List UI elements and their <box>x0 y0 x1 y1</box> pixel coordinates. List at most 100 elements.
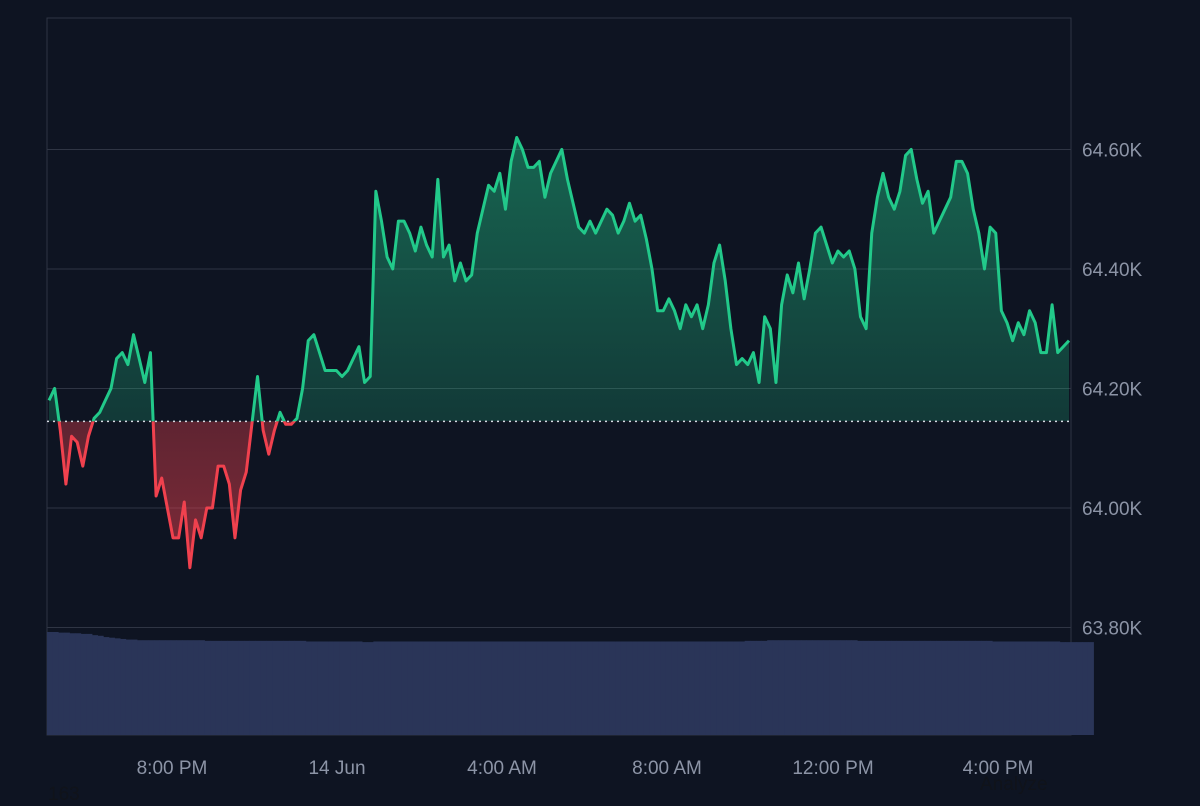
volume-bar <box>845 640 852 735</box>
volume-bar <box>238 640 245 735</box>
volume-bar <box>1082 642 1089 735</box>
volume-bar <box>92 635 99 735</box>
volume-bar <box>919 640 926 735</box>
volume-bar <box>148 640 155 735</box>
volume-bar <box>812 640 819 735</box>
volume-bar <box>345 641 352 735</box>
volume-bar <box>857 640 864 735</box>
volume-bar <box>547 641 554 735</box>
volume-bar <box>598 641 605 735</box>
volume-bar <box>277 640 284 735</box>
x-tick-label: 12:00 PM <box>792 758 873 779</box>
volume-bar <box>407 641 414 735</box>
volume-bar <box>570 641 577 735</box>
volume-bar <box>1020 641 1027 735</box>
volume-bar <box>564 641 571 735</box>
volume-bar <box>508 641 515 735</box>
y-axis-ticks: 63.80K 64.00K 64.20K 64.40K 64.60K <box>1082 140 1143 639</box>
volume-bar <box>784 640 791 735</box>
volume-bar <box>1071 642 1078 735</box>
volume-bar <box>401 641 408 735</box>
x-tick-label: 8:00 PM <box>137 758 208 779</box>
volume-bar <box>440 641 447 735</box>
volume-bar <box>328 641 335 735</box>
x-tick-label: 14 Jun <box>308 758 365 779</box>
volume-bar <box>120 638 127 735</box>
volume-bar <box>58 632 65 735</box>
volume-bar <box>159 640 166 735</box>
volume-bars <box>47 632 1094 735</box>
volume-bar <box>665 641 672 735</box>
volume-bar <box>896 640 903 735</box>
volume-bar <box>530 641 537 735</box>
volume-bar <box>305 641 312 735</box>
volume-bar <box>710 641 717 735</box>
volume-bar <box>823 640 830 735</box>
volume-bar <box>542 641 549 735</box>
analyze-link[interactable]: Analyze <box>980 774 1048 796</box>
volume-bar <box>491 641 498 735</box>
volume-bar <box>553 641 560 735</box>
volume-bar <box>795 640 802 735</box>
y-tick-label: 64.00K <box>1082 499 1143 520</box>
volume-bar <box>317 641 324 735</box>
y-tick-label: 63.80K <box>1082 618 1143 639</box>
volume-bar <box>227 640 234 735</box>
volume-bar <box>874 640 881 735</box>
volume-bar <box>890 640 897 735</box>
volume-bar <box>682 641 689 735</box>
volume-bar <box>165 640 172 735</box>
volume-bar <box>654 641 661 735</box>
x-tick-label: 4:00 AM <box>467 758 537 779</box>
volume-bar <box>1037 641 1044 735</box>
volume-bar <box>1059 642 1066 735</box>
volume-bar <box>930 640 937 735</box>
volume-bar <box>356 641 363 735</box>
volume-bar <box>103 637 110 735</box>
volume-bar <box>885 640 892 735</box>
volume-bar <box>350 641 357 735</box>
volume-bar <box>913 640 920 735</box>
volume-bar <box>964 640 971 735</box>
price-areas <box>49 137 1069 568</box>
volume-bar <box>142 640 149 735</box>
volume-bar <box>322 641 329 735</box>
volume-bar <box>727 641 734 735</box>
volume-bar <box>705 641 712 735</box>
volume-bar <box>204 640 211 735</box>
volume-bar <box>806 640 813 735</box>
volume-bar <box>761 640 768 735</box>
volume-bar <box>108 637 115 735</box>
chart-container: 63.80K 64.00K 64.20K 64.40K 64.60K 8:00 PM 14… <box>0 0 1200 805</box>
volume-bar <box>300 640 307 735</box>
volume-bar <box>182 640 189 735</box>
volume-bar <box>789 640 796 735</box>
volume-bar <box>980 640 988 735</box>
volume-bar <box>378 641 385 735</box>
volume-bar <box>997 641 1004 735</box>
volume-bar <box>947 640 954 735</box>
volume-bar <box>649 641 656 735</box>
volume-bar <box>604 641 611 735</box>
volume-bar <box>80 633 87 735</box>
volume-bar <box>339 641 346 735</box>
volume-bar <box>767 640 774 735</box>
volume-bar <box>429 641 436 735</box>
volume-bar <box>193 640 200 735</box>
volume-bar <box>125 639 132 735</box>
volume-bar <box>502 641 509 735</box>
volume-bar <box>643 641 650 735</box>
volume-bar <box>902 640 909 735</box>
volume-bar <box>862 640 869 735</box>
volume-bar <box>333 641 340 735</box>
volume-bar <box>755 640 762 735</box>
volume-bar <box>215 640 222 735</box>
volume-bar <box>992 641 999 735</box>
volume-bar <box>210 640 217 735</box>
volume-bar <box>688 641 695 735</box>
volume-bar <box>131 639 138 735</box>
volume-bar <box>829 640 836 735</box>
volume-bar <box>907 640 914 735</box>
volume-bar <box>868 640 875 735</box>
volume-bar <box>975 640 982 735</box>
